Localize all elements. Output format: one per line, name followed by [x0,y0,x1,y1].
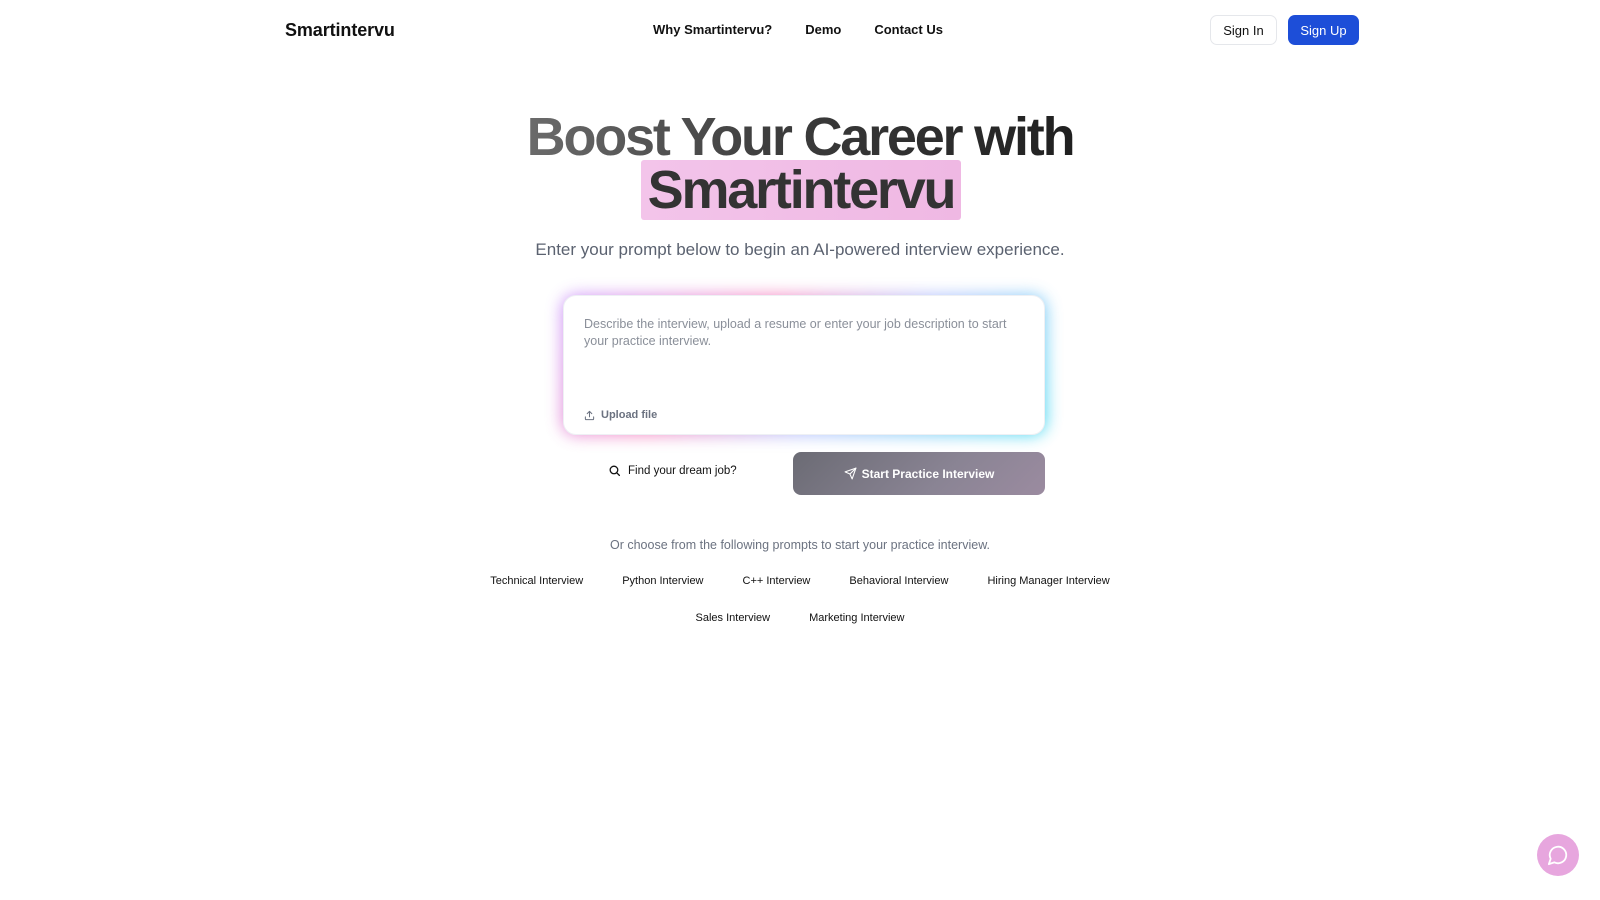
nav-link-demo[interactable]: Demo [805,21,841,39]
prompt-chip[interactable]: Hiring Manager Interview [987,574,1109,588]
prompt-chips-row-2: Sales Interview Marketing Interview [0,611,1600,625]
prompt-chip[interactable]: C++ Interview [743,574,811,588]
sign-up-button[interactable]: Sign Up [1288,15,1359,45]
sign-in-button[interactable]: Sign In [1210,15,1277,45]
brand-logo[interactable]: Smartintervu [285,18,395,42]
prompt-chip[interactable]: Python Interview [622,574,703,588]
upload-file-button[interactable]: Upload file [584,409,657,421]
prompt-chip[interactable]: Sales Interview [696,611,771,625]
prompt-chips-row-1: Technical Interview Python Interview C++… [0,574,1600,588]
nav-link-contact[interactable]: Contact Us [874,21,943,39]
hero-title: Boost Your Career with [0,106,1600,168]
prompt-placeholder: Describe the interview, upload a resume … [584,317,1007,348]
hero-title-text: Boost Your Career with [526,107,1076,167]
nav-links: Why Smartintervu? Demo Contact Us [653,21,943,39]
search-icon [609,465,621,477]
top-nav: Why Smartintervu? Demo Contact Us [0,21,1600,39]
hero-highlight: Smartintervu [640,160,962,220]
chat-icon [1547,845,1568,866]
upload-file-label: Upload file [601,409,658,421]
prompt-chip[interactable]: Behavioral Interview [849,574,948,588]
send-icon [844,467,857,480]
start-practice-interview-button[interactable]: Start Practice Interview [793,452,1045,495]
hero-subtitle: Enter your prompt below to begin an AI-p… [535,240,1065,259]
prompt-input[interactable]: Describe the interview, upload a resume … [563,295,1045,435]
find-job-link[interactable]: Find your dream job? [608,464,737,477]
hero-highlight-row: Smartintervu [0,160,1600,220]
upload-icon [584,410,595,420]
find-job-label: Find your dream job? [628,464,737,477]
prompt-chip[interactable]: Technical Interview [490,574,583,588]
start-practice-interview-label: Start Practice Interview [861,466,995,481]
page: Smartintervu Why Smartintervu? Demo Cont… [0,0,1600,900]
prompts-intro: Or choose from the following prompts to … [609,538,991,552]
nav-link-why[interactable]: Why Smartintervu? [653,21,772,39]
chat-button[interactable] [1537,834,1579,876]
prompt-chip[interactable]: Marketing Interview [809,611,904,625]
